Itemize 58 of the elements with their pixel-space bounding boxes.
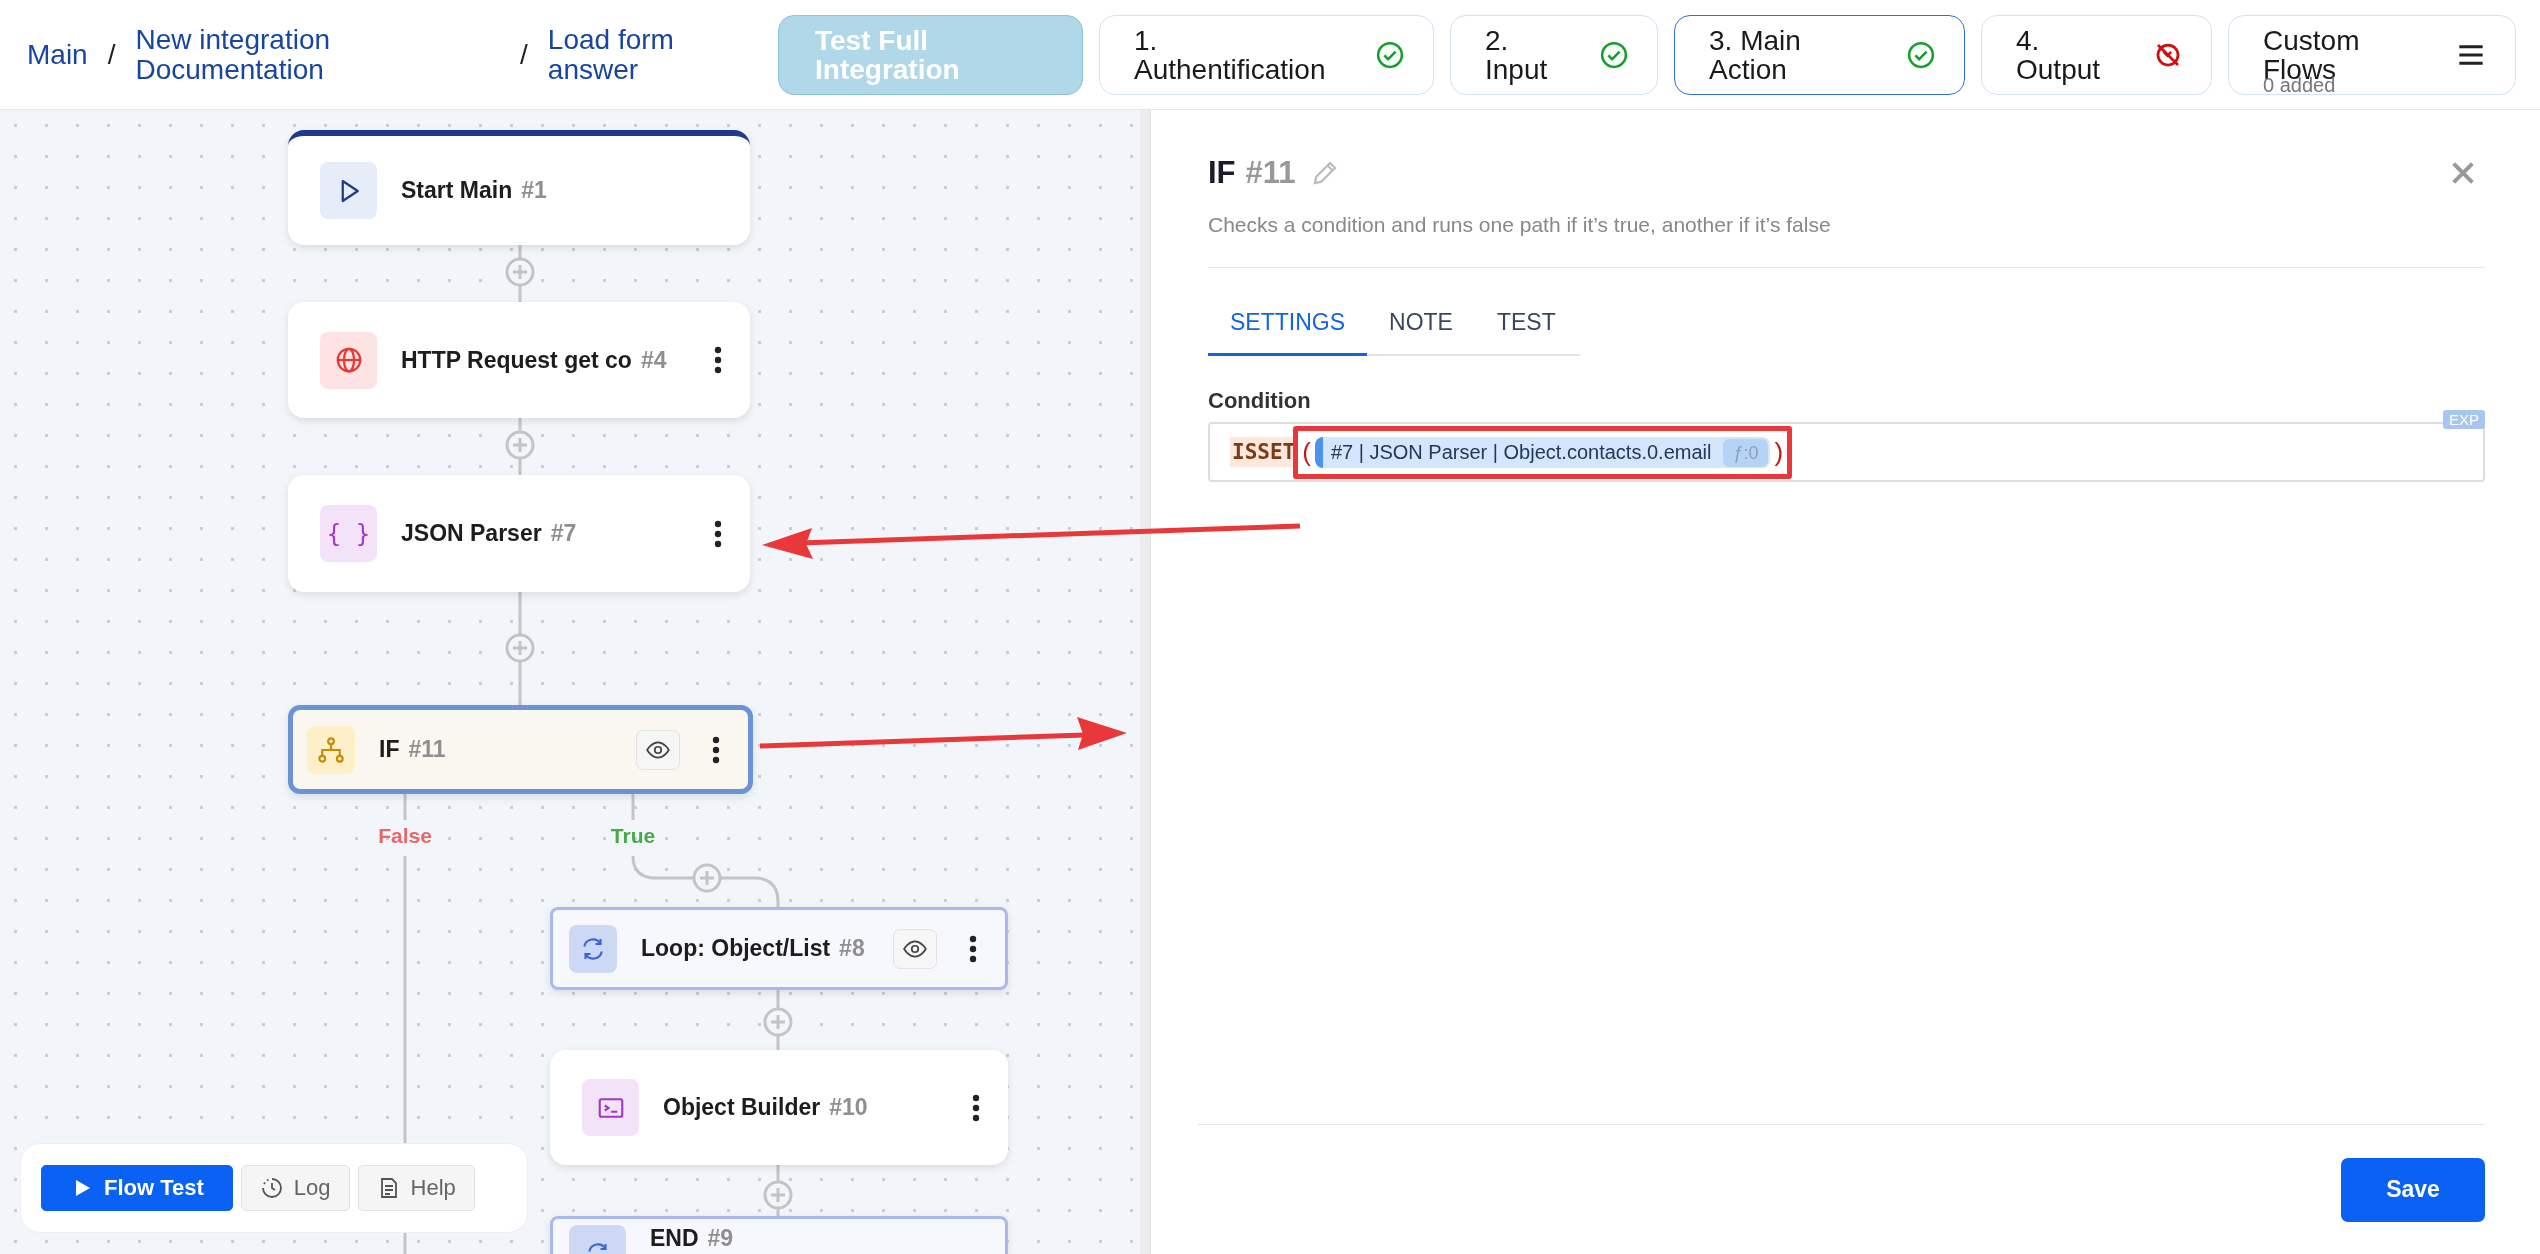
step-tab[interactable]: 4. Output: [1981, 14, 2212, 95]
node-title: HTTP Request get co #4: [401, 346, 668, 374]
breadcrumb-separator: /: [107, 38, 116, 71]
braces-icon: { }: [326, 519, 371, 548]
clock-icon: [259, 1176, 284, 1200]
node-title: Start Main #1: [401, 177, 548, 204]
more-icon[interactable]: [712, 735, 720, 764]
breadcrumb-link[interactable]: New integration Documentation: [135, 24, 331, 85]
toolbar-button[interactable]: Help: [357, 1165, 475, 1211]
breadcrumb-separator: /: [520, 38, 528, 71]
save-button[interactable]: Save: [2341, 1157, 2485, 1222]
panel-title: IF #11: [1208, 155, 1296, 191]
node-title: END #9: [650, 1225, 735, 1252]
node-title: Object Builder #10: [663, 1094, 869, 1121]
toolbar-button[interactable]: Log: [240, 1165, 350, 1211]
more-icon[interactable]: [969, 934, 977, 963]
flow-node[interactable]: { } JSON Parser #7: [288, 475, 750, 592]
add-step-icon[interactable]: [763, 1007, 793, 1037]
add-step-icon[interactable]: [763, 1180, 793, 1210]
eye-button[interactable]: [893, 928, 937, 969]
breadcrumb-link[interactable]: Load form answer: [547, 24, 674, 85]
flow-node[interactable]: Object Builder #10: [550, 1050, 1008, 1165]
parenthesis: (: [1302, 436, 1311, 468]
flow-node[interactable]: Loop: Object/List #8: [550, 907, 1008, 990]
panel-tab[interactable]: SETTINGS: [1208, 293, 1367, 356]
step-tab[interactable]: 1. Authentification: [1099, 14, 1434, 95]
node-title: JSON Parser #7: [401, 520, 578, 547]
panel-tab[interactable]: NOTE: [1367, 293, 1475, 356]
branch-label: False: [377, 824, 433, 848]
more-icon[interactable]: [714, 519, 722, 548]
check-circle-icon: [1599, 39, 1629, 70]
flow-node[interactable]: HTTP Request get co #4: [288, 302, 750, 418]
flow-node[interactable]: Start Main #1: [288, 130, 750, 245]
branch-icon: [316, 734, 346, 765]
node-title: IF #11: [379, 736, 447, 763]
panel-description: Checks a condition and runs one path if it’s true, another if it’s false: [1208, 213, 2485, 268]
flow-node[interactable]: END #9: [550, 1216, 1008, 1254]
add-step-icon[interactable]: [505, 633, 535, 663]
more-icon[interactable]: [972, 1093, 980, 1122]
panel-tab[interactable]: TEST: [1474, 293, 1578, 356]
expression-badge: EXP: [2443, 410, 2485, 429]
check-circle-icon: [1375, 39, 1405, 70]
field-label: Condition: [1208, 388, 1312, 414]
eye-button[interactable]: [636, 729, 680, 770]
node-title: Loop: Object/List #8: [641, 935, 866, 962]
parenthesis: ): [1774, 436, 1784, 468]
toolbar-button[interactable]: Flow Test: [41, 1165, 233, 1211]
add-step-icon[interactable]: [692, 863, 722, 893]
branch-label: True: [609, 824, 657, 848]
breadcrumb-link[interactable]: Main: [27, 39, 88, 70]
step-tab[interactable]: 2. Input: [1450, 14, 1658, 95]
flow-node[interactable]: IF #11: [288, 705, 753, 794]
step-tab[interactable]: 3. Main Action: [1674, 14, 1965, 95]
add-step-icon[interactable]: [505, 257, 535, 287]
add-step-icon[interactable]: [505, 430, 535, 460]
custom-flows-button[interactable]: Custom Flows 0 added: [2228, 14, 2516, 95]
check-circle-icon: [1906, 39, 1936, 70]
more-icon[interactable]: [714, 346, 722, 374]
